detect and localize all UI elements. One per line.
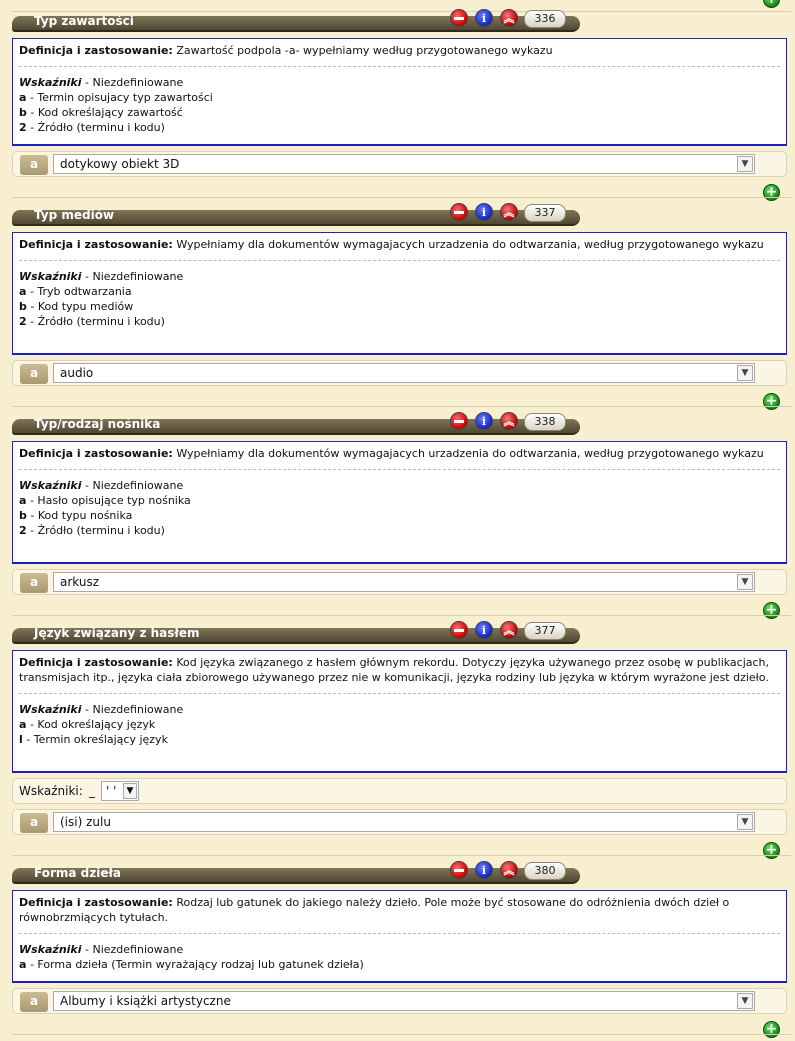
field-tag: 380 bbox=[524, 862, 566, 880]
field-description: Definicja i zastosowanie: Zawartość podp… bbox=[12, 38, 787, 146]
add-field-icon[interactable]: + bbox=[763, 1021, 780, 1038]
subfield-code-button[interactable]: a bbox=[20, 992, 48, 1012]
value-select[interactable]: (isi) zulu ▼ bbox=[53, 812, 755, 832]
add-field-icon[interactable]: + bbox=[763, 0, 780, 8]
field-tag: 337 bbox=[524, 204, 566, 222]
add-field-icon[interactable]: + bbox=[763, 184, 780, 201]
add-field-icon[interactable]: + bbox=[763, 602, 780, 619]
field-tag: 336 bbox=[524, 10, 566, 28]
indicator-2-select[interactable]: ' ' ▼ bbox=[101, 781, 139, 801]
indicators-label: Wskaźniki: bbox=[19, 784, 83, 798]
field-description: Definicja i zastosowanie: Wypełniamy dla… bbox=[12, 441, 787, 564]
value-select[interactable]: audio ▼ bbox=[53, 363, 755, 383]
subfield-code-button[interactable]: a bbox=[20, 573, 48, 593]
field-description: Definicja i zastosowanie: Kod języka zwi… bbox=[12, 650, 787, 773]
move-up-icon[interactable]: ︽ bbox=[500, 621, 518, 639]
move-up-icon[interactable]: ︽ bbox=[500, 9, 518, 27]
field-title: Forma dzieła bbox=[34, 866, 122, 880]
remove-icon[interactable] bbox=[450, 412, 468, 430]
value-select[interactable]: Albumy i książki artystyczne ▼ bbox=[53, 991, 755, 1011]
remove-icon[interactable] bbox=[450, 621, 468, 639]
remove-icon[interactable] bbox=[450, 203, 468, 221]
info-icon[interactable]: i bbox=[475, 9, 493, 27]
field-title: Typ/rodzaj nośnika bbox=[34, 417, 161, 431]
field-title: Język związany z hasłem bbox=[34, 626, 200, 640]
add-field-icon[interactable]: + bbox=[763, 842, 780, 859]
field-tag: 377 bbox=[524, 622, 566, 640]
chevron-down-icon[interactable]: ▼ bbox=[737, 574, 753, 590]
subfield-code-button[interactable]: a bbox=[20, 364, 48, 384]
move-up-icon[interactable]: ︽ bbox=[500, 203, 518, 221]
indicator-1: _ bbox=[89, 784, 95, 798]
subfield-code-button[interactable]: a bbox=[20, 155, 48, 175]
value-select[interactable]: arkusz ▼ bbox=[53, 572, 755, 592]
remove-icon[interactable] bbox=[450, 9, 468, 27]
field-title: Typ zawartości bbox=[34, 14, 134, 28]
chevron-down-icon[interactable]: ▼ bbox=[737, 814, 753, 830]
chevron-down-icon[interactable]: ▼ bbox=[737, 365, 753, 381]
info-icon[interactable]: i bbox=[475, 203, 493, 221]
info-icon[interactable]: i bbox=[475, 412, 493, 430]
chevron-down-icon[interactable]: ▼ bbox=[737, 993, 753, 1009]
field-description: Definicja i zastosowanie: Wypełniamy dla… bbox=[12, 232, 787, 355]
subfield-code-button[interactable]: a bbox=[20, 813, 48, 833]
value-select[interactable]: dotykowy obiekt 3D ▼ bbox=[53, 154, 755, 174]
move-up-icon[interactable]: ︽ bbox=[500, 861, 518, 879]
chevron-down-icon[interactable]: ▼ bbox=[737, 156, 753, 172]
add-field-icon[interactable]: + bbox=[763, 393, 780, 410]
chevron-down-icon[interactable]: ▼ bbox=[123, 783, 137, 799]
move-up-icon[interactable]: ︽ bbox=[500, 412, 518, 430]
info-icon[interactable]: i bbox=[475, 861, 493, 879]
field-description: Definicja i zastosowanie: Rodzaj lub gat… bbox=[12, 890, 787, 983]
info-icon[interactable]: i bbox=[475, 621, 493, 639]
remove-icon[interactable] bbox=[450, 861, 468, 879]
field-tag: 338 bbox=[524, 413, 566, 431]
field-title: Typ mediów bbox=[34, 208, 115, 222]
